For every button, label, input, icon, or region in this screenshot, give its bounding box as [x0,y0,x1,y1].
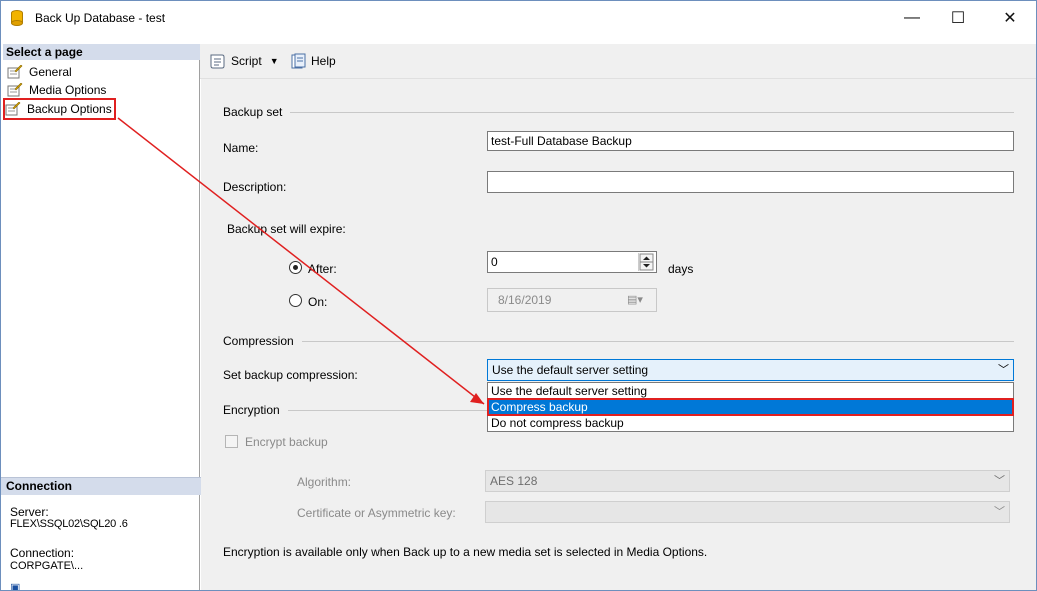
encryption-group-label: Encryption [223,403,280,417]
compression-group-label: Compression [223,334,294,348]
nav-item-backup-options[interactable]: Backup Options [3,98,116,120]
nav-item-label: Media Options [29,83,107,97]
server-label: Server: [10,505,49,519]
divider [287,409,487,411]
encrypt-backup-label: Encrypt backup [245,435,328,449]
connection-label: Connection: [10,546,75,560]
help-icon [291,53,306,69]
after-days-input[interactable]: 0 [487,251,657,273]
window-title: Back Up Database - test [35,11,166,25]
nav-item-label: Backup Options [27,102,112,116]
compression-selected: Use the default server setting [492,363,649,377]
on-date-value: 8/16/2019 [498,293,552,307]
page-icon [5,102,21,116]
connection-header: Connection [1,477,202,495]
compression-group: Compression [223,334,1014,348]
script-label: Script [231,54,262,68]
chevron-down-icon[interactable]: ﹀ [994,471,1005,491]
spinner-arrows-icon [639,253,654,271]
chevron-down-icon[interactable]: ﹀ [998,360,1009,380]
set-compression-label: Set backup compression: [223,368,358,382]
algorithm-select[interactable]: AES 128 ﹀ [485,470,1010,492]
algorithm-label: Algorithm: [297,475,352,489]
page-selector-panel: Select a page General Media Options Back… [1,44,202,590]
description-label: Description: [223,180,287,194]
certificate-label: Certificate or Asymmetric key: [297,506,456,520]
encryption-note: Encryption is available only when Back u… [223,545,708,559]
script-button[interactable]: Script ▼ [209,53,279,69]
days-label: days [668,262,694,276]
compression-option-default[interactable]: Use the default server setting [488,383,1013,399]
database-icon [11,10,23,26]
encryption-group: Encryption [223,403,487,417]
chevron-down-icon[interactable]: ﹀ [994,502,1005,522]
page-icon [7,65,23,79]
view-connection-properties-icon[interactable]: ▣ [10,581,20,590]
close-button[interactable]: ✕ [987,1,1033,35]
connection-value: CORPGATE\... [10,560,84,572]
on-label: On: [308,295,328,309]
minimize-button[interactable]: — [889,1,935,35]
name-label: Name: [223,141,259,155]
divider [301,340,1014,342]
nav-item-general[interactable]: General [7,63,72,81]
chevron-down-icon[interactable]: ▼ [270,56,279,66]
backup-set-group-label: Backup set [223,105,283,119]
title-bar: Back Up Database - test — ☐ ✕ [1,1,1036,35]
after-label: After: [308,262,337,276]
compression-select[interactable]: Use the default server setting ﹀ [487,359,1014,381]
compression-dropdown-list: Use the default server setting Compress … [487,382,1014,432]
toolbar: Script ▼ Help [200,44,1036,79]
nav-item-media-options[interactable]: Media Options [7,81,106,99]
backup-database-window: Back Up Database - test — ☐ ✕ Select a p… [0,0,1037,591]
days-spinner[interactable] [638,253,655,271]
backup-set-group: Backup set [223,105,1014,119]
select-page-header: Select a page [3,44,202,60]
expire-label: Backup set will expire: [227,222,346,236]
certificate-select[interactable]: ﹀ [485,501,1010,523]
page-icon [7,83,23,97]
compression-option-no-compress[interactable]: Do not compress backup [488,415,1013,431]
maximize-button[interactable]: ☐ [935,1,981,35]
name-input[interactable]: test-Full Database Backup [487,131,1014,151]
divider [290,111,1014,113]
calendar-icon[interactable]: ▤▾ [627,293,643,306]
after-radio[interactable] [289,261,302,274]
compression-option-compress[interactable]: Compress backup [487,398,1014,416]
nav-item-label: General [29,65,72,79]
description-input[interactable] [487,171,1014,193]
help-button[interactable]: Help [291,53,336,69]
encrypt-backup-checkbox[interactable] [225,435,238,448]
on-radio[interactable] [289,294,302,307]
help-label: Help [311,54,336,68]
after-days-value: 0 [491,255,498,269]
algorithm-value: AES 128 [490,474,538,488]
script-icon [210,54,225,69]
server-value: FLEX\SSQL02\SQL20 .6 [10,518,128,530]
